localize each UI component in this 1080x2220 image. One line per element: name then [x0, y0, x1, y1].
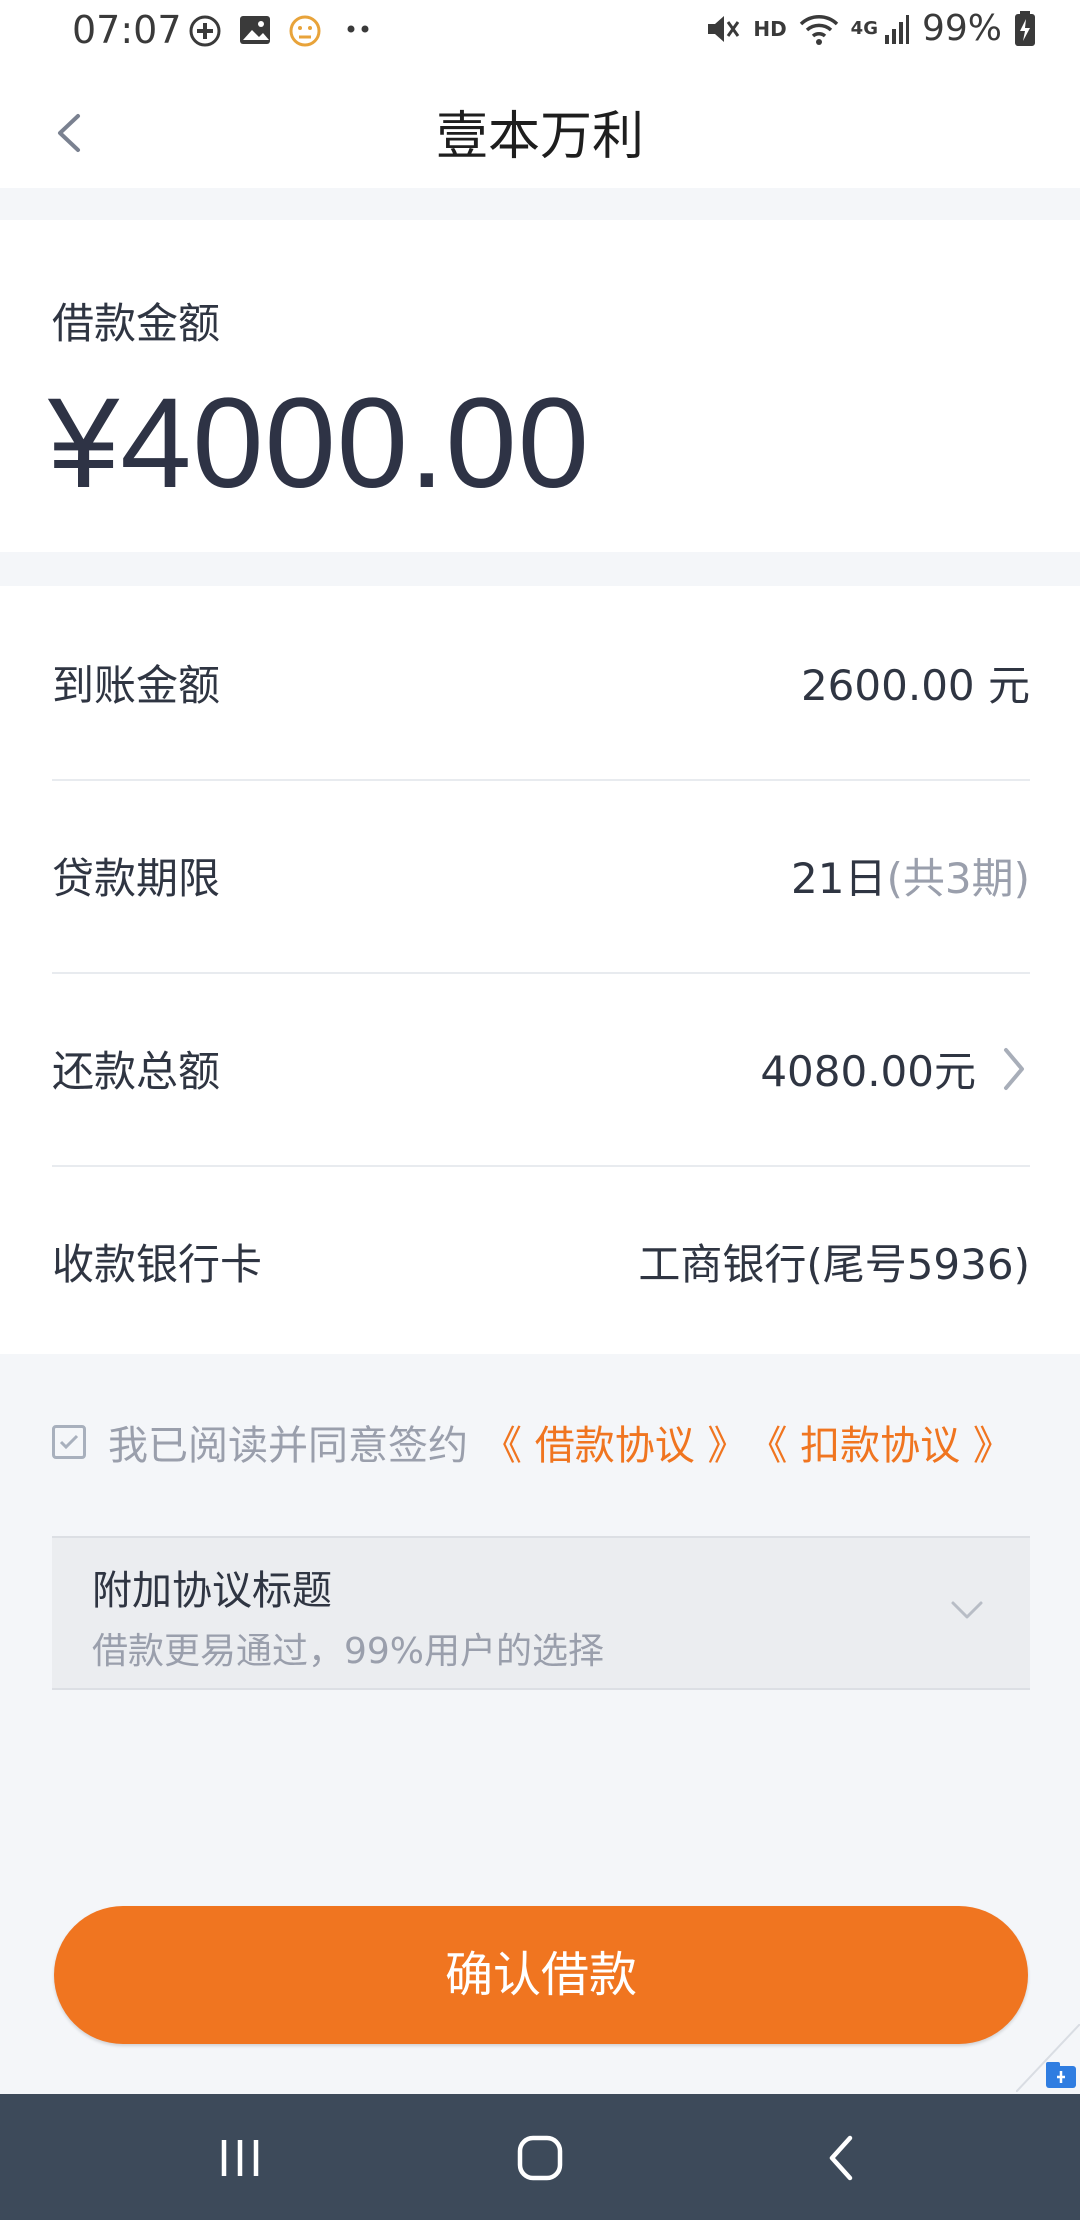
detail-label: 收款银行卡 [52, 1240, 263, 1289]
mute-icon [708, 15, 740, 42]
agreement-row: 我已阅读并同意签约 《 借款协议 》 《 扣款协议 》 [52, 1410, 1042, 1474]
confirm-loan-button[interactable]: 确认借款 [54, 1906, 1028, 2044]
detail-row-total-repayment[interactable]: 还款总额 4080.00元 [52, 972, 1030, 1167]
detail-value: 2600.00 元 [800, 661, 1030, 710]
app-header: 壹本万利 [0, 64, 1080, 188]
addon-subtitle: 借款更易通过，99%用户的选择 [92, 1631, 605, 1672]
detail-label: 到账金额 [52, 661, 221, 710]
emoji-icon [289, 15, 321, 47]
add-circle-icon [189, 15, 221, 47]
signal-icon [884, 14, 909, 44]
addon-title: 附加协议标题 [92, 1568, 332, 1614]
agreement-text: 我已阅读并同意签约 [108, 1423, 468, 1469]
detail-value: 21日(共3期) [791, 845, 1030, 906]
additional-agreement-dropdown[interactable]: 附加协议标题 借款更易通过，99%用户的选择 [52, 1536, 1030, 1690]
folder-badge-icon[interactable] [1016, 2024, 1080, 2092]
status-time: 07:07 [72, 8, 182, 52]
loan-amount-value: ¥4000.00 [48, 372, 590, 515]
loan-details-card: 到账金额 2600.00 元 贷款期限 21日(共3期) 还款总额 4080.0… [0, 586, 1080, 1354]
detail-value: 4080.00元 [760, 1047, 976, 1096]
detail-label: 贷款期限 [52, 854, 221, 903]
agreement-checkbox[interactable] [52, 1425, 86, 1459]
loan-agreement-link[interactable]: 《 借款协议 》 [482, 1413, 747, 1471]
system-navigation-bar [0, 2094, 1080, 2220]
loan-amount-card: 借款金额 ¥4000.00 [0, 220, 1080, 552]
more-dots-icon [347, 25, 369, 33]
battery-charging-icon [1015, 10, 1035, 46]
chevron-down-icon [951, 1601, 983, 1619]
recent-apps-icon[interactable] [210, 2132, 270, 2184]
home-icon[interactable] [510, 2132, 570, 2184]
gallery-icon [240, 16, 270, 44]
detail-row-loan-term: 贷款期限 21日(共3期) [52, 779, 1030, 974]
detail-row-bank-card: 收款银行卡 工商银行(尾号5936) [52, 1165, 1030, 1358]
page-title: 壹本万利 [435, 107, 644, 167]
detail-value: 工商银行(尾号5936) [638, 1240, 1030, 1289]
detail-row-received-amount: 到账金额 2600.00 元 [52, 586, 1030, 781]
detail-label: 还款总额 [52, 1047, 221, 1096]
battery-percent: 99% [921, 8, 1002, 49]
loan-amount-label: 借款金额 [52, 299, 221, 348]
term-periods: (共3期) [886, 854, 1031, 903]
chevron-right-icon [1004, 1048, 1024, 1090]
nav-back-icon[interactable] [812, 2132, 872, 2184]
signal-type: 4G [850, 18, 878, 39]
status-right: HD 4G 99% [705, 8, 1036, 49]
deduction-agreement-link[interactable]: 《 扣款协议 》 [747, 1413, 1012, 1471]
hd-label: HD [753, 16, 787, 41]
wifi-icon [799, 14, 838, 45]
status-bar: 07:07 HD 4G 99% [0, 0, 1080, 64]
term-days: 21日 [791, 854, 887, 903]
check-icon [59, 1434, 79, 1450]
